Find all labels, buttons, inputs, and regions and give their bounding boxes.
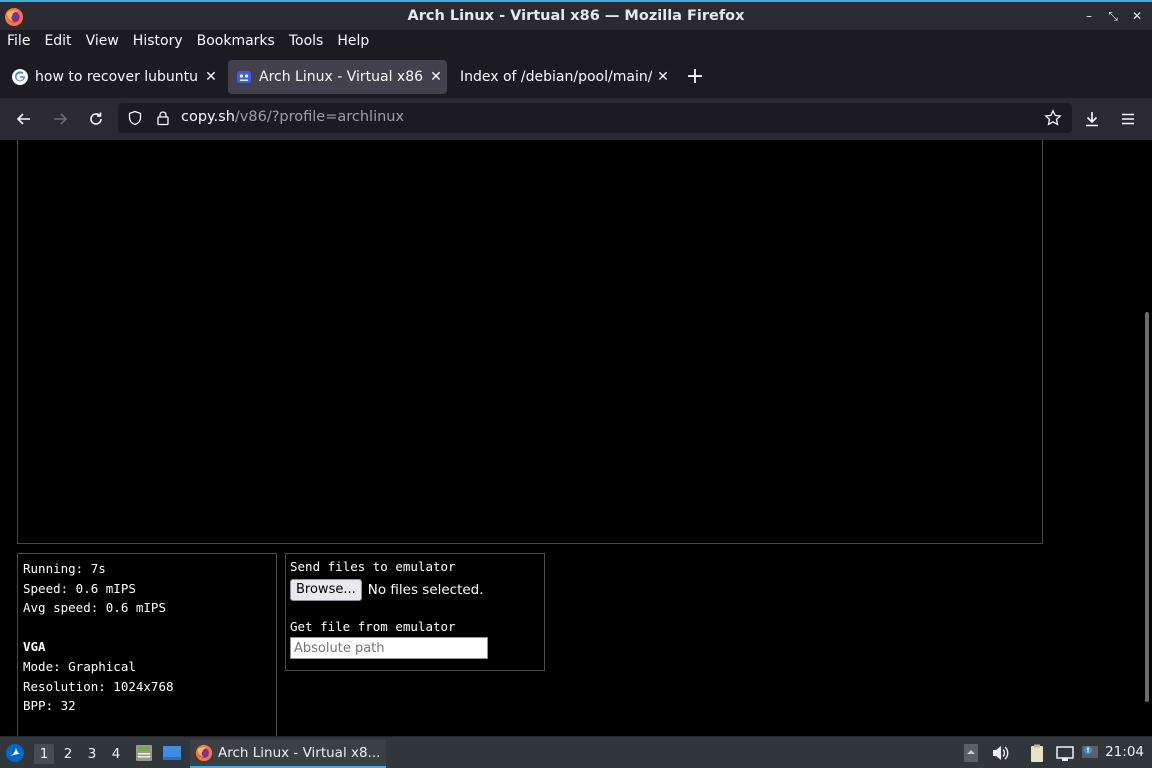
file-manager-icon	[136, 745, 152, 761]
stat-speed: Speed: 0.6 mIPS	[23, 580, 136, 596]
url-text[interactable]: copy.sh/v86/?profile=archlinux	[181, 109, 404, 125]
bookmark-star-icon[interactable]	[1044, 109, 1062, 127]
desktop-icon	[163, 746, 181, 760]
menubar: File Edit View History Bookmarks Tools H…	[0, 30, 1152, 52]
url-host: copy.sh	[181, 109, 235, 125]
close-tab-icon[interactable]: ✕	[652, 69, 674, 85]
app-menu-button[interactable]	[1116, 107, 1140, 131]
url-path: /v86/?profile=archlinux	[234, 109, 405, 125]
emulator-screen[interactable]	[17, 140, 1043, 544]
lock-icon[interactable]	[155, 110, 171, 126]
menu-help[interactable]: Help	[337, 33, 369, 49]
workspace-1[interactable]: 1	[34, 744, 54, 764]
stat-bpp: BPP: 32	[23, 698, 76, 714]
tab-google-search[interactable]: how to recover lubuntu w ✕	[4, 60, 222, 94]
maximize-button[interactable]: ⤡	[1104, 6, 1122, 26]
stat-resolution: Resolution: 1024x768	[23, 678, 174, 694]
show-desktop-button[interactable]	[162, 743, 182, 763]
files-spacer	[290, 601, 540, 619]
firefox-icon	[195, 744, 213, 762]
tray-arrow-icon	[964, 744, 978, 762]
notifications-button[interactable]	[1080, 743, 1100, 763]
clipboard-button[interactable]	[1027, 743, 1047, 763]
minimize-button[interactable]: –	[1080, 6, 1098, 26]
network-icon	[1056, 746, 1074, 761]
menu-edit[interactable]: Edit	[44, 33, 71, 49]
close-window-button[interactable]: ✕	[1128, 6, 1146, 26]
new-tab-button[interactable]: +	[684, 64, 706, 90]
taskbar-clock[interactable]: 21:04	[1105, 744, 1144, 760]
forward-button[interactable]	[48, 107, 72, 131]
url-bar[interactable]: copy.sh/v86/?profile=archlinux	[118, 103, 1072, 133]
navigation-toolbar: copy.sh/v86/?profile=archlinux	[0, 98, 1152, 140]
download-icon	[1086, 112, 1098, 127]
taskbar-window-firefox[interactable]: Arch Linux - Virtual x8...	[190, 740, 386, 768]
app-launcher-button[interactable]	[5, 743, 25, 763]
page-scrollbar[interactable]	[1145, 312, 1149, 702]
hamburger-menu-icon	[1122, 113, 1134, 125]
taskbar: 1 2 3 4 Arch Linux - Virtual x8... 21:04	[0, 736, 1152, 768]
workspace-4[interactable]: 4	[106, 744, 126, 764]
window-title: Arch Linux - Virtual x86 — Mozilla Firef…	[407, 8, 745, 24]
tab-label: Arch Linux - Virtual x86	[259, 69, 424, 85]
tab-label: Index of /debian/pool/main/b	[460, 69, 652, 85]
update-notification-icon	[1082, 746, 1098, 758]
stat-vga-mode: Mode: Graphical	[23, 658, 136, 674]
back-button[interactable]	[12, 107, 36, 131]
reload-icon	[90, 112, 102, 125]
tab-bar: how to recover lubuntu w ✕ Arch Linux - …	[0, 56, 1152, 98]
firefox-logo-icon	[5, 8, 23, 26]
back-arrow-icon	[16, 113, 30, 125]
tray-scroll-up[interactable]	[961, 743, 981, 763]
stat-avg-speed: Avg speed: 0.6 mIPS	[23, 600, 166, 616]
speaker-icon	[993, 746, 1009, 760]
shield-icon[interactable]	[127, 110, 143, 126]
file-manager-launcher[interactable]	[134, 743, 154, 763]
page-content: Running: 7s Speed: 0.6 mIPS Avg speed: 0…	[0, 140, 1152, 743]
menu-view[interactable]: View	[86, 33, 119, 49]
window-controls: – ⤡ ✕	[1080, 6, 1146, 26]
network-button[interactable]	[1055, 743, 1075, 763]
tab-arch-linux[interactable]: Arch Linux - Virtual x86 ✕	[228, 60, 447, 94]
vga-heading: VGA	[23, 639, 46, 655]
workspace-2[interactable]: 2	[58, 744, 78, 764]
stat-running: Running: 7s	[23, 561, 106, 576]
reload-button[interactable]	[84, 107, 108, 131]
menu-tools[interactable]: Tools	[289, 33, 324, 49]
stats-spacer	[23, 618, 271, 638]
forward-arrow-icon	[54, 113, 68, 125]
close-tab-icon[interactable]: ✕	[200, 69, 222, 85]
no-files-label: No files selected.	[367, 582, 484, 598]
taskbar-window-label: Arch Linux - Virtual x8...	[218, 745, 381, 761]
tab-label: how to recover lubuntu w	[35, 69, 200, 85]
send-files-heading: Send files to emulator	[290, 559, 456, 574]
google-icon	[12, 69, 28, 85]
workspace-3[interactable]: 3	[82, 744, 102, 764]
emulator-stats-panel: Running: 7s Speed: 0.6 mIPS Avg speed: 0…	[17, 553, 277, 743]
menu-file[interactable]: File	[7, 33, 30, 49]
close-tab-icon[interactable]: ✕	[425, 69, 447, 85]
window-titlebar[interactable]: Arch Linux - Virtual x86 — Mozilla Firef…	[0, 0, 1152, 30]
v86-icon	[237, 71, 251, 83]
clipboard-icon	[1031, 744, 1043, 762]
get-file-heading: Get file from emulator	[290, 619, 456, 634]
tab-debian-index[interactable]: Index of /debian/pool/main/b ✕	[452, 60, 674, 94]
lubuntu-logo-icon	[6, 744, 24, 762]
downloads-button[interactable]	[1080, 107, 1104, 131]
file-picker: Browse... No files selected.	[290, 579, 540, 601]
menu-bookmarks[interactable]: Bookmarks	[197, 33, 275, 49]
browse-button[interactable]: Browse...	[290, 579, 362, 601]
menu-history[interactable]: History	[133, 33, 183, 49]
absolute-path-input[interactable]	[290, 637, 488, 659]
desktop-screen: Arch Linux - Virtual x86 — Mozilla Firef…	[0, 0, 1152, 768]
file-transfer-panel: Send files to emulator Browse... No file…	[285, 553, 545, 671]
volume-button[interactable]	[990, 743, 1010, 763]
